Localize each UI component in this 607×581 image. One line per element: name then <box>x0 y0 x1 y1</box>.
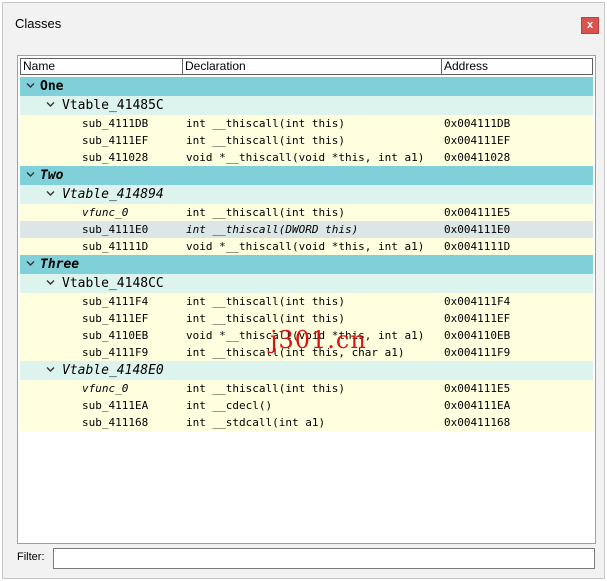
chevron-down-icon[interactable] <box>26 170 35 179</box>
vtable-row[interactable]: Vtable_4148CC <box>20 274 593 293</box>
function-declaration: void *__thiscall(void *this, int a1) <box>186 240 425 253</box>
column-header-address[interactable]: Address <box>442 59 592 74</box>
filter-input[interactable] <box>53 548 595 569</box>
function-address: 0x004111E0 <box>444 223 511 236</box>
function-address: 0x004111EF <box>444 134 511 147</box>
chevron-down-icon[interactable] <box>26 81 35 90</box>
function-address: 0x004110EB <box>444 329 511 342</box>
function-row[interactable]: sub_411028 void *__thiscall(void *this, i… <box>20 149 593 166</box>
vtable-name: Vtable_414894 <box>62 187 164 202</box>
chevron-down-icon[interactable] <box>26 259 35 268</box>
function-row[interactable]: sub_411168 int __stdcall(int a1) 0x0041116… <box>20 414 593 431</box>
function-row[interactable]: sub_4111EA int __cdecl() 0x004111EA <box>20 397 593 414</box>
class-row[interactable]: Two <box>20 166 593 185</box>
function-declaration: int __thiscall(int this) <box>186 382 345 395</box>
window-title: Classes <box>15 16 62 31</box>
function-address: 0x004111E5 <box>444 206 511 219</box>
function-row[interactable]: sub_4111E0 int __thiscall(DWORD this) 0x00… <box>20 221 593 238</box>
function-row[interactable]: vfunc_0 int __thiscall(int this) 0x004111E… <box>20 380 593 397</box>
function-declaration: int __stdcall(int a1) <box>186 416 326 429</box>
function-name: vfunc_0 <box>82 382 129 395</box>
function-name: sub_411028 <box>82 151 149 164</box>
classes-tree[interactable]: Name Declaration Address One Vtable_41485… <box>17 55 596 544</box>
function-name: sub_4111F9 <box>82 346 149 359</box>
classes-window: Classes x Name Declaration Address One Vt… <box>2 2 605 579</box>
function-address: 0x004111DB <box>444 117 511 130</box>
class-row[interactable]: One <box>20 77 593 96</box>
function-name: sub_4110EB <box>82 329 149 342</box>
function-declaration: int __thiscall(int this) <box>186 206 345 219</box>
filter-label: Filter: <box>17 551 45 563</box>
function-address: 0x004111F9 <box>444 346 511 359</box>
function-row[interactable]: sub_41111D void *__thiscall(void *this, i… <box>20 238 593 255</box>
function-declaration: int __thiscall(DWORD this) <box>186 223 359 236</box>
close-button[interactable]: x <box>581 17 599 34</box>
function-address: 0x004111F4 <box>444 295 511 308</box>
function-declaration: int __thiscall(int this) <box>186 312 345 325</box>
function-address: 0x004111EA <box>444 399 511 412</box>
class-name: Three <box>40 257 80 272</box>
column-header-declaration[interactable]: Declaration <box>183 59 441 74</box>
column-header-name[interactable]: Name <box>21 59 184 74</box>
class-row[interactable]: Three <box>20 255 593 274</box>
function-row[interactable]: sub_4111EF int __thiscall(int this) 0x0041… <box>20 310 593 327</box>
vtable-name: Vtable_41485C <box>62 98 164 113</box>
class-name: One <box>40 79 64 94</box>
chevron-down-icon[interactable] <box>46 100 55 109</box>
function-name: sub_4111EF <box>82 312 149 325</box>
function-name: sub_41111D <box>82 240 149 253</box>
function-name: vfunc_0 <box>82 206 129 219</box>
title-bar: Classes x <box>3 3 604 43</box>
function-declaration: int __thiscall(int this) <box>186 134 345 147</box>
function-name: sub_4111F4 <box>82 295 149 308</box>
function-name: sub_411168 <box>82 416 149 429</box>
watermark: j301.cn <box>270 326 367 354</box>
function-name: sub_4111EA <box>82 399 149 412</box>
function-name: sub_4111E0 <box>82 223 149 236</box>
function-name: sub_4111DB <box>82 117 149 130</box>
function-name: sub_4111EF <box>82 134 149 147</box>
function-declaration: int __thiscall(int this) <box>186 295 345 308</box>
vtable-row[interactable]: Vtable_4148E0 <box>20 361 593 380</box>
function-address: 0x00411028 <box>444 151 511 164</box>
vtable-row[interactable]: Vtable_41485C <box>20 96 593 115</box>
function-address: 0x004111E5 <box>444 382 511 395</box>
function-row[interactable]: sub_4111DB int __thiscall(int this) 0x0041… <box>20 115 593 132</box>
function-address: 0x004111EF <box>444 312 511 325</box>
chevron-down-icon[interactable] <box>46 365 55 374</box>
close-icon: x <box>586 19 594 31</box>
function-row[interactable]: vfunc_0 int __thiscall(int this) 0x004111E… <box>20 204 593 221</box>
chevron-down-icon[interactable] <box>46 278 55 287</box>
tree-rows: One Vtable_41485C sub_4111DB int __thiscall… <box>20 77 593 431</box>
function-row[interactable]: sub_4111F4 int __thiscall(int this) 0x0041… <box>20 293 593 310</box>
class-name: Two <box>40 168 64 183</box>
function-address: 0x00411168 <box>444 416 511 429</box>
vtable-name: Vtable_4148E0 <box>62 363 164 378</box>
column-header: Name Declaration Address <box>20 58 593 75</box>
function-declaration: int __cdecl() <box>186 399 273 412</box>
function-address: 0x0041111D <box>444 240 511 253</box>
function-declaration: void *__thiscall(void *this, int a1) <box>186 151 425 164</box>
chevron-down-icon[interactable] <box>46 189 55 198</box>
function-declaration: int __thiscall(int this) <box>186 117 345 130</box>
vtable-name: Vtable_4148CC <box>62 276 164 291</box>
function-row[interactable]: sub_4111EF int __thiscall(int this) 0x0041… <box>20 132 593 149</box>
vtable-row[interactable]: Vtable_414894 <box>20 185 593 204</box>
